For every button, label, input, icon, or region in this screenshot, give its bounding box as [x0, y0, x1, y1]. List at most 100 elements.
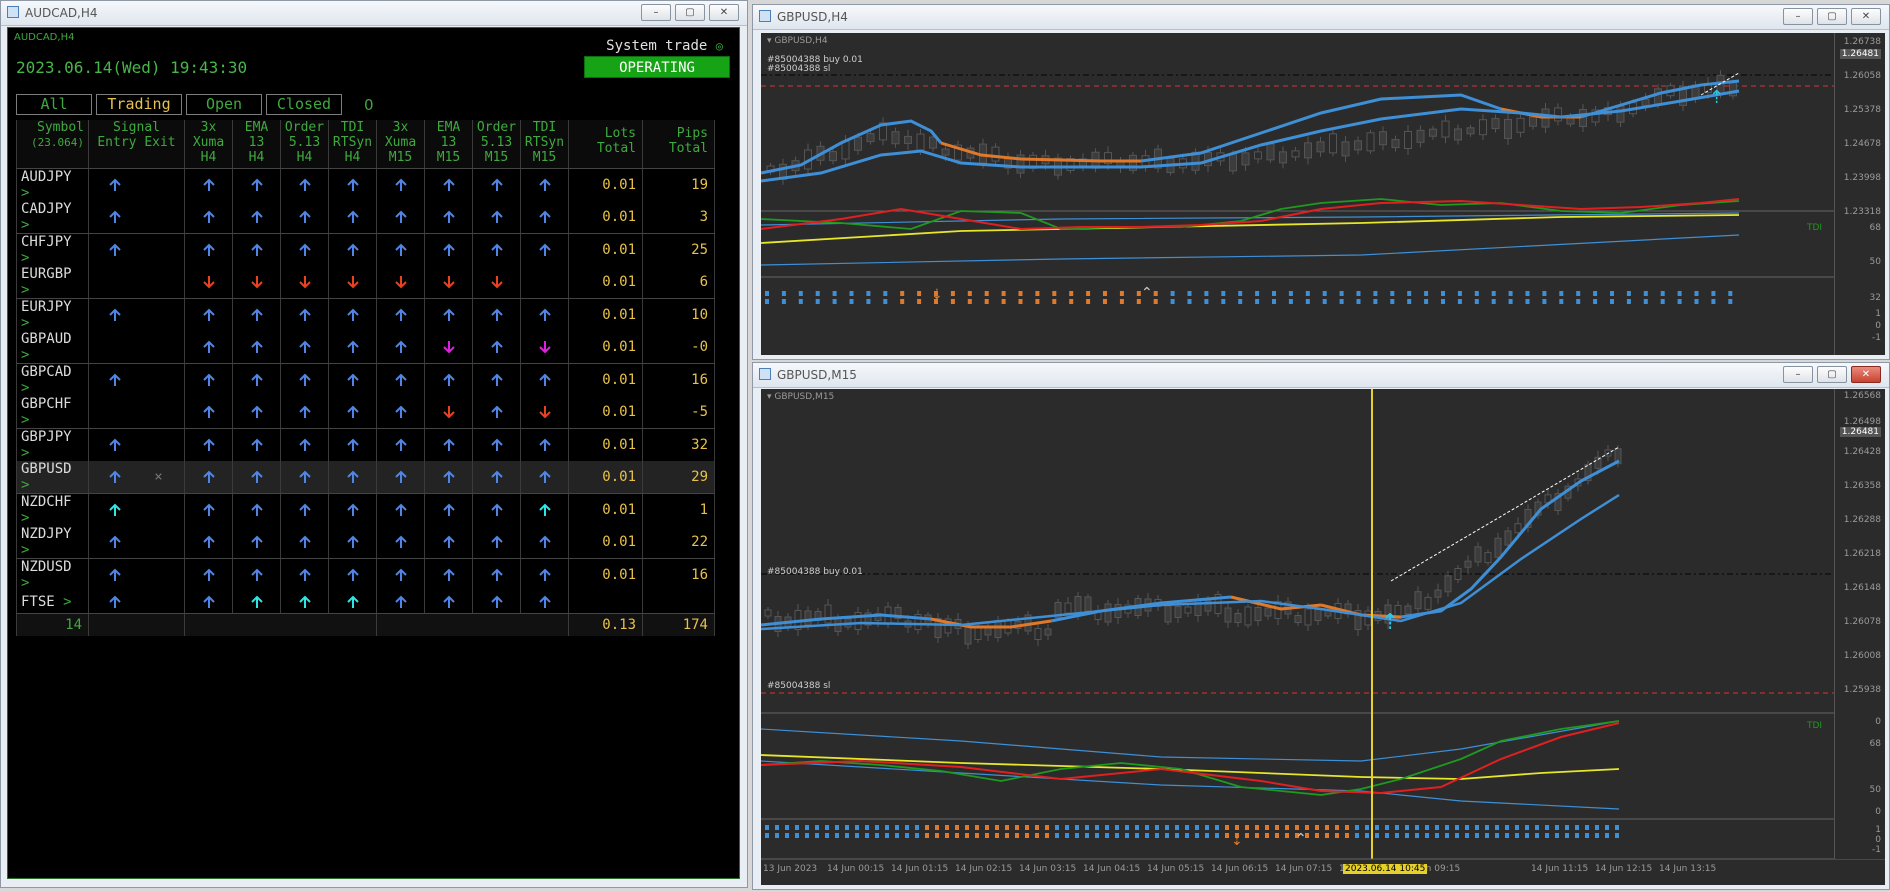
candle [1366, 132, 1375, 152]
indicator-cell [184, 460, 233, 494]
operating-status-button[interactable]: OPERATING [584, 56, 730, 78]
dashboard-window: AUDCAD,H4 – ▢ ✕ AUDCAD,H4 2023.06.14(Wed… [0, 0, 748, 888]
close-button[interactable]: ✕ [1851, 8, 1881, 25]
table-row[interactable]: GBPJPY >0.01 32 [16, 428, 715, 461]
time-tick: 14 Jun 02:15 [955, 864, 1013, 874]
table-row[interactable]: CADJPY >0.01 3 [16, 200, 715, 234]
hdr-text: Total [596, 141, 636, 156]
h4-chart-canvas[interactable]: ⇡ ⇣ ⌃ ▾ GBPUSD,H4 #85004388 buy 0.01 #85… [761, 33, 1885, 355]
m15-chart-canvas[interactable]: ⇡ ⇣ ⌃ ▾ GBPUSD,M15 #85004388 buy 0.01 #8… [761, 389, 1885, 885]
table-row[interactable]: NZDJPY >0.01 22 [16, 525, 715, 559]
open-chart-chevron-icon[interactable]: > [21, 250, 29, 266]
signal-dot [945, 833, 949, 838]
symbol-cell[interactable]: EURJPY > [16, 298, 89, 331]
indicator-cell [280, 200, 329, 234]
table-row[interactable]: GBPCHF >0.01 -5 [16, 395, 715, 429]
symbol-cell[interactable]: AUDJPY > [16, 168, 89, 201]
arrow-up-icon [490, 595, 503, 608]
open-chart-chevron-icon[interactable]: > [21, 282, 29, 298]
arrow-up-icon [490, 340, 503, 353]
minimize-button[interactable]: – [641, 4, 671, 21]
signal-dot [1035, 299, 1040, 304]
symbol-cell[interactable]: FTSE > [16, 590, 89, 614]
footer-cell [88, 612, 185, 636]
table-row[interactable]: GBPCAD >0.01 16 [16, 363, 715, 396]
open-chart-chevron-icon[interactable]: > [21, 542, 29, 558]
signal-dot [1305, 825, 1309, 830]
signal-dot [1221, 291, 1226, 296]
header-equity-text: (23.064) [31, 136, 84, 149]
open-chart-chevron-icon[interactable]: > [21, 477, 29, 493]
symbol-cell[interactable]: CADJPY > [16, 200, 89, 234]
filter-closed-tab[interactable]: Closed [266, 94, 342, 115]
symbol-cell[interactable]: EURGBP > [16, 265, 89, 299]
symbol-cell[interactable]: NZDUSD > [16, 558, 89, 591]
header-entry-text: Entry [97, 135, 137, 150]
symbol-cell[interactable]: GBPAUD > [16, 330, 89, 364]
settings-circle-icon[interactable]: ◎ [716, 39, 723, 53]
symbol-cell[interactable]: GBPCAD > [16, 363, 89, 396]
symbol-cell[interactable]: NZDCHF > [16, 493, 89, 526]
open-chart-chevron-icon[interactable]: > [21, 412, 29, 428]
table-row[interactable]: NZDCHF >0.01 1 [16, 493, 715, 526]
indicator-cell [280, 233, 329, 266]
indicator-cell [424, 493, 473, 526]
m15-titlebar[interactable]: GBPUSD,M15 – ▢ ✕ [753, 363, 1889, 388]
table-row[interactable]: NZDUSD >0.01 16 [16, 558, 715, 591]
signal-dot [1285, 825, 1289, 830]
signal-cell [88, 493, 185, 526]
open-chart-chevron-icon[interactable]: > [21, 315, 29, 331]
open-chart-chevron-icon[interactable]: > [21, 347, 29, 363]
signal-dot [1272, 291, 1276, 296]
table-row[interactable]: GBPAUD >0.01 -0 [16, 330, 715, 364]
signal-dot [1153, 291, 1158, 296]
close-button[interactable]: ✕ [1851, 366, 1881, 383]
table-row[interactable]: GBPUSD > × 0.01 29 [16, 460, 715, 494]
open-chart-chevron-icon[interactable]: > [55, 594, 71, 610]
maximize-button[interactable]: ▢ [1817, 366, 1847, 383]
price-tick: 1.26498 [1843, 417, 1881, 427]
symbol-cell[interactable]: CHFJPY > [16, 233, 89, 266]
open-chart-chevron-icon[interactable]: > [21, 185, 29, 201]
table-row[interactable]: FTSE > [16, 590, 715, 614]
filter-trading-tab[interactable]: Trading [96, 94, 182, 115]
symbol-cell[interactable]: NZDJPY > [16, 525, 89, 559]
signal-dot [1390, 291, 1395, 296]
table-row[interactable]: EURJPY >0.01 10 [16, 298, 715, 331]
signal-dot [1085, 833, 1089, 838]
table-row[interactable]: CHFJPY >0.01 25 [16, 233, 715, 266]
table-row[interactable]: EURGBP >0.01 6 [16, 265, 715, 299]
minimize-button[interactable]: – [1783, 366, 1813, 383]
indicator-cell [328, 200, 377, 234]
symbol-cell[interactable]: GBPUSD > [16, 460, 89, 494]
signal-dot [1055, 825, 1059, 830]
maximize-button[interactable]: ▢ [675, 4, 705, 21]
open-chart-chevron-icon[interactable]: > [21, 445, 29, 461]
h4-titlebar[interactable]: GBPUSD,H4 – ▢ ✕ [753, 5, 1889, 30]
open-chart-chevron-icon[interactable]: > [21, 510, 29, 526]
hdr-text: EMA [436, 120, 461, 135]
arrow-up-icon [442, 535, 455, 548]
open-chart-chevron-icon[interactable]: > [21, 575, 29, 591]
candle [941, 148, 950, 156]
signal-dot [1238, 291, 1243, 296]
signal-dot [1425, 825, 1429, 830]
open-chart-chevron-icon[interactable]: > [21, 380, 29, 396]
table-row[interactable]: AUDJPY >0.01 19 [16, 168, 715, 201]
filter-open-tab[interactable]: Open [186, 94, 262, 115]
filter-all-tab[interactable]: All [16, 94, 92, 115]
candle [1084, 596, 1092, 612]
arrow-up-icon [202, 595, 215, 608]
symbol-cell[interactable]: GBPJPY > [16, 428, 89, 461]
signal-cell [88, 395, 185, 429]
dashboard-titlebar[interactable]: AUDCAD,H4 – ▢ ✕ [1, 1, 747, 26]
close-button[interactable]: ✕ [709, 4, 739, 21]
indicator-cell [376, 233, 425, 266]
indicator-cell [472, 298, 521, 331]
minimize-button[interactable]: – [1783, 8, 1813, 25]
symbol-cell[interactable]: GBPCHF > [16, 395, 89, 429]
open-chart-chevron-icon[interactable]: > [21, 217, 29, 233]
indicator-cell [328, 395, 377, 429]
maximize-button[interactable]: ▢ [1817, 8, 1847, 25]
arrow-down-icon [346, 275, 359, 288]
